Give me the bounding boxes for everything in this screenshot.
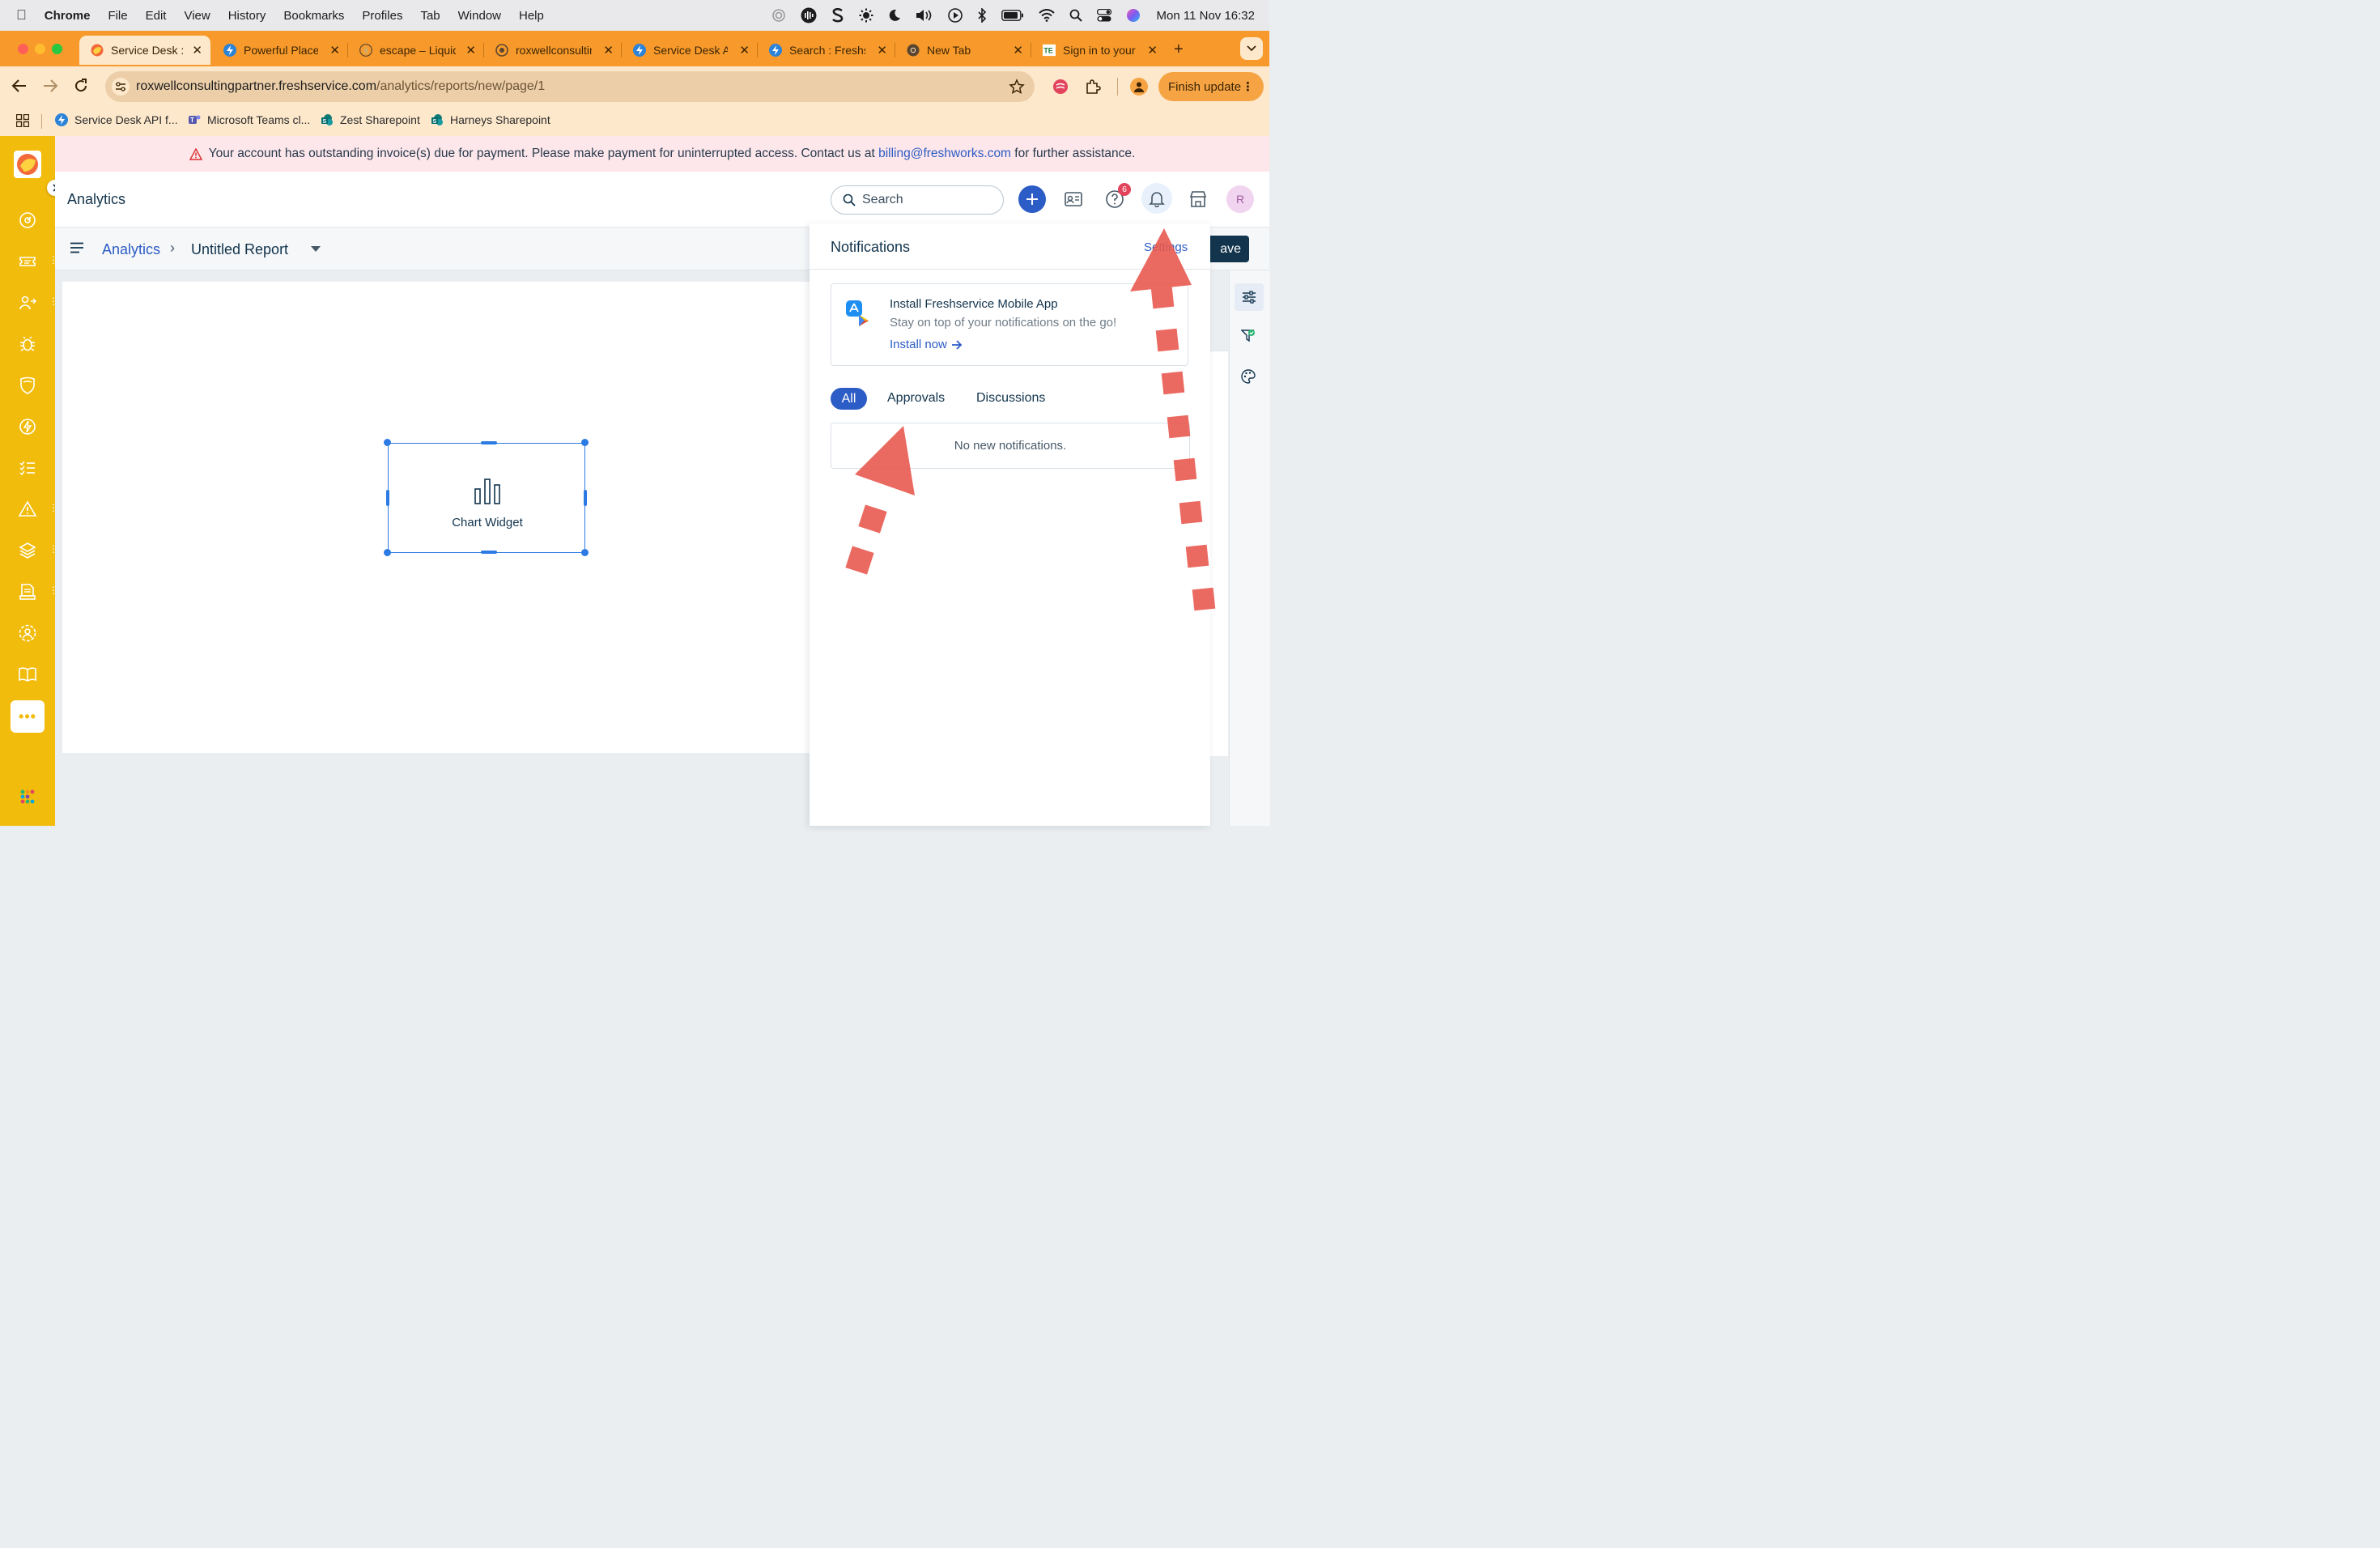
annotation-dash: [1155, 328, 1179, 352]
annotation-arrowhead-1: [1130, 228, 1192, 291]
annotation-dash: [1173, 457, 1197, 482]
annotation-arrowhead-2: [855, 426, 915, 495]
annotation-dash: [1150, 285, 1175, 309]
annotation-dash: [858, 504, 887, 534]
annotation-dash: [1185, 544, 1209, 568]
annotation-dash: [1167, 415, 1191, 439]
annotation-dash: [1161, 371, 1185, 395]
annotation-dash: [1192, 587, 1216, 611]
annotation-dash: [845, 546, 874, 575]
annotation-dash: [1179, 500, 1203, 525]
annotation-arrows-overlay: [845, 228, 1216, 611]
